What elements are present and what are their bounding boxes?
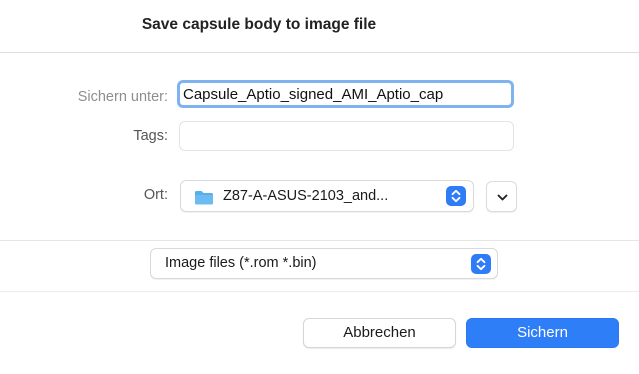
location-popup[interactable]: Z87-A-ASUS-2103_and...: [180, 180, 474, 212]
dialog-title: Save capsule body to image file: [141, 16, 377, 33]
tags-field[interactable]: [179, 121, 514, 151]
title-separator: [0, 52, 639, 53]
filename-field[interactable]: [177, 80, 514, 108]
save-button[interactable]: Sichern: [466, 318, 619, 348]
popup-stepper-icon: [446, 186, 466, 206]
tags-label: Tags:: [133, 128, 168, 144]
location-value: Z87-A-ASUS-2103_and...: [223, 188, 389, 204]
save-as-label: Sichern unter:: [77, 89, 168, 105]
location-label: Ort:: [143, 187, 168, 203]
file-format-value: Image files (*.rom *.bin): [165, 255, 317, 271]
popup-stepper-icon: [471, 254, 491, 274]
cancel-button[interactable]: Abbrechen: [303, 318, 456, 348]
folder-icon: [195, 191, 213, 205]
footer-separator: [0, 291, 639, 292]
file-format-popup[interactable]: Image files (*.rom *.bin): [150, 248, 498, 279]
save-dialog: Save capsule body to image file Sichern …: [0, 0, 639, 374]
expand-browser-button[interactable]: [486, 181, 517, 212]
chevron-down-icon: [497, 194, 508, 201]
section-separator: [0, 240, 639, 241]
